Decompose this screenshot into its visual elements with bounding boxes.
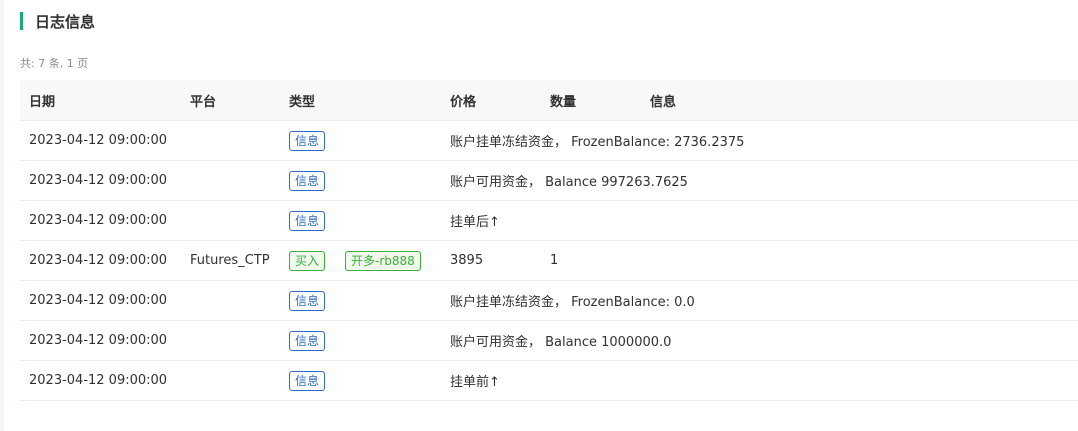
table-row: 2023-04-12 09:00:00 信息 挂单后↑ bbox=[20, 201, 1078, 241]
column-header-date: 日期 bbox=[29, 94, 56, 110]
table-row: 2023-04-12 09:00:00 信息 挂单前↑ bbox=[20, 361, 1078, 401]
row-action-cell: 开多-rb888 bbox=[345, 241, 421, 280]
table-row: 2023-04-12 09:00:00 Futures_CTP 买入 开多-rb… bbox=[20, 241, 1078, 281]
row-type-cell: 信息 bbox=[289, 361, 326, 400]
column-header-type: 类型 bbox=[289, 94, 316, 110]
table-header: 日期 平台 类型 价格 数量 信息 bbox=[20, 80, 1078, 121]
table-row: 2023-04-12 09:00:00 信息 账户可用资金， Balance 9… bbox=[20, 161, 1078, 201]
row-date: 2023-04-12 09:00:00 bbox=[29, 373, 168, 388]
open-long-tag: 开多-rb888 bbox=[345, 250, 421, 271]
row-type-cell: 信息 bbox=[289, 161, 326, 200]
table-row: 2023-04-12 09:00:00 信息 账户可用资金， Balance 1… bbox=[20, 321, 1078, 361]
table-row: 2023-04-12 09:00:00 信息 账户挂单冻结资金， FrozenB… bbox=[20, 121, 1078, 161]
table-row: 2023-04-12 09:00:00 信息 账户挂单冻结资金， FrozenB… bbox=[20, 281, 1078, 321]
row-platform: Futures_CTP bbox=[190, 253, 270, 268]
row-type-cell: 信息 bbox=[289, 121, 326, 160]
column-header-info: 信息 bbox=[650, 94, 677, 110]
column-header-amount: 数量 bbox=[550, 94, 577, 110]
row-message: 挂单前↑ bbox=[450, 375, 500, 390]
pagination-summary: 共: 7 条, 1 页 bbox=[20, 57, 89, 70]
info-tag: 信息 bbox=[289, 370, 326, 391]
info-tag: 信息 bbox=[289, 330, 326, 351]
buy-tag: 买入 bbox=[289, 250, 326, 271]
row-date: 2023-04-12 09:00:00 bbox=[29, 213, 168, 228]
info-tag: 信息 bbox=[289, 210, 326, 231]
row-date: 2023-04-12 09:00:00 bbox=[29, 333, 168, 348]
row-message: 账户挂单冻结资金， FrozenBalance: 0.0 bbox=[450, 295, 695, 310]
row-message: 账户可用资金， Balance 997263.7625 bbox=[450, 175, 688, 190]
info-tag: 信息 bbox=[289, 290, 326, 311]
row-amount: 1 bbox=[550, 253, 559, 268]
row-type-cell: 信息 bbox=[289, 321, 326, 360]
info-tag: 信息 bbox=[289, 130, 326, 151]
panel-header: 日志信息 bbox=[20, 10, 95, 32]
row-message: 账户可用资金， Balance 1000000.0 bbox=[450, 335, 672, 350]
row-price: 3895 bbox=[450, 253, 484, 268]
column-header-price: 价格 bbox=[450, 94, 477, 110]
log-table: 日期 平台 类型 价格 数量 信息 2023-04-12 09:00:00 信息… bbox=[20, 80, 1078, 401]
row-type-cell: 信息 bbox=[289, 201, 326, 240]
row-date: 2023-04-12 09:00:00 bbox=[29, 173, 168, 188]
row-message: 挂单后↑ bbox=[450, 215, 500, 230]
panel-title: 日志信息 bbox=[35, 12, 96, 31]
info-tag: 信息 bbox=[289, 170, 326, 191]
row-type-cell: 买入 bbox=[289, 241, 326, 280]
row-type-cell: 信息 bbox=[289, 281, 326, 320]
row-message: 账户挂单冻结资金， FrozenBalance: 2736.2375 bbox=[450, 135, 745, 150]
column-header-platform: 平台 bbox=[190, 94, 217, 110]
header-accent-bar bbox=[20, 12, 23, 30]
row-date: 2023-04-12 09:00:00 bbox=[29, 133, 168, 148]
row-date: 2023-04-12 09:00:00 bbox=[29, 293, 168, 308]
row-date: 2023-04-12 09:00:00 bbox=[29, 253, 168, 268]
log-panel: 日志信息 共: 7 条, 1 页 日期 平台 类型 价格 数量 信息 2023-… bbox=[4, 0, 1078, 431]
